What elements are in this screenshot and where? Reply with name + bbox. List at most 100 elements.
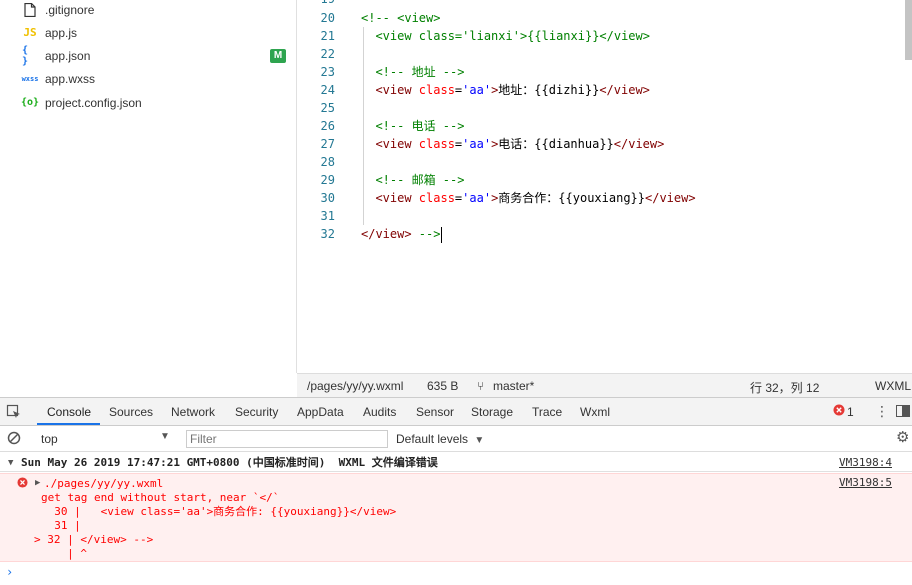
line-number: 26: [320, 119, 335, 133]
line-number: 21: [320, 29, 335, 43]
line-number: 32: [320, 227, 335, 241]
code-line[interactable]: 22: [297, 45, 897, 63]
code-text: <!-- 电话 -->: [361, 119, 465, 133]
tab-storage[interactable]: Storage: [471, 405, 513, 419]
tab-network[interactable]: Network: [171, 405, 215, 419]
file-icon: [22, 2, 38, 18]
devtools-tab-bar: Console Sources Network Security AppData Audi…: [0, 398, 912, 426]
tab-wxml[interactable]: Wxml: [580, 405, 610, 419]
line-number: 19: [297, 0, 335, 8]
error-detail-line: 30 | <view class='aa'>商务合作: {{youxiang}}…: [41, 505, 397, 518]
file-tree-item[interactable]: {o} project.config.json: [0, 91, 297, 114]
file-path: /pages/yy/yy.wxml: [307, 379, 404, 393]
tab-appdata[interactable]: AppData: [297, 405, 344, 419]
language-mode[interactable]: WXML: [875, 379, 911, 393]
file-tree-item[interactable]: JS app.js: [0, 21, 297, 44]
code-line[interactable]: 20 <!-- <view>: [297, 9, 897, 27]
wxss-icon: wxss: [21, 74, 39, 83]
group-source-link[interactable]: VM3198:4: [839, 456, 892, 469]
branch-icon: ⑂: [477, 379, 485, 393]
code-line[interactable]: 27 <view class='aa'>电话：{{dianhua}}</view…: [297, 135, 897, 153]
dock-side-icon[interactable]: [896, 405, 910, 417]
active-tab-indicator: [37, 423, 100, 425]
context-value: top: [41, 432, 58, 446]
code-line[interactable]: 19: [297, 0, 897, 8]
line-number: 28: [320, 155, 335, 169]
file-tree-item[interactable]: wxss app.wxss: [0, 67, 297, 90]
error-detail-line: > 32 | </view> -->: [34, 533, 154, 546]
line-number: 31: [320, 209, 335, 223]
chevron-down-icon: ▼: [160, 431, 170, 442]
group-header-text: Sun May 26 2019 17:47:21 GMT+0800 (中国标准时…: [21, 456, 438, 469]
error-detail-line: get tag end without start, near `</`: [41, 491, 280, 504]
code-text: </view> -->: [361, 226, 443, 243]
text-cursor: [441, 226, 443, 243]
console-toolbar: top ▼ Default levels ▼ ⚙: [0, 426, 912, 452]
line-number: 23: [320, 65, 335, 79]
code-line[interactable]: 23 <!-- 地址 -->: [297, 63, 897, 81]
code-text: <view class='aa'>地址：{{dizhi}}</view>: [361, 83, 650, 97]
context-select[interactable]: top ▼: [35, 429, 175, 449]
error-icon: [17, 477, 28, 488]
code-line[interactable]: 30 <view class='aa'>商务合作：{{youxiang}}</v…: [297, 189, 897, 207]
error-source-link[interactable]: VM3198:5: [839, 476, 892, 489]
collapse-arrow-icon[interactable]: ▼: [8, 456, 13, 470]
code-line[interactable]: 21 <view class='lianxi'>{{lianxi}}</view…: [297, 27, 897, 45]
file-name: app.js: [45, 25, 78, 40]
code-text: <view class='lianxi'>{{lianxi}}</view>: [361, 29, 650, 43]
devtools-panel: Console Sources Network Security AppData Audi…: [0, 397, 912, 585]
settings-gear-icon[interactable]: ⚙: [896, 430, 909, 445]
code-line[interactable]: 24 <view class='aa'>地址：{{dizhi}}</view>: [297, 81, 897, 99]
line-number: 30: [320, 191, 335, 205]
console-error-message: ▶ ./pages/yy/yy.wxml get tag end without …: [0, 473, 912, 562]
line-number: 25: [320, 101, 335, 115]
tab-sensor[interactable]: Sensor: [416, 405, 454, 419]
code-text: <!-- 邮箱 -->: [361, 173, 465, 187]
error-count[interactable]: 1: [847, 405, 854, 419]
file-tree-item[interactable]: { } app.json M: [0, 44, 297, 67]
code-line[interactable]: 31: [297, 207, 897, 225]
file-name: app.json: [45, 48, 91, 63]
code-text: <view class='aa'>商务合作：{{youxiang}}</view…: [361, 191, 696, 205]
line-number: 24: [320, 83, 335, 97]
console-messages: ▼ Sun May 26 2019 17:47:21 GMT+0800 (中国标…: [0, 452, 912, 585]
log-levels-label: Default levels: [396, 432, 469, 446]
file-name: project.config.json: [45, 95, 142, 110]
code-line[interactable]: 25: [297, 99, 897, 117]
error-detail-line: ./pages/yy/yy.wxml: [44, 477, 164, 490]
filter-input[interactable]: [186, 430, 388, 448]
console-group-header[interactable]: ▼ Sun May 26 2019 17:47:21 GMT+0800 (中国标…: [0, 454, 912, 472]
config-icon: {o}: [20, 97, 40, 108]
branch-name[interactable]: master*: [493, 379, 534, 393]
chevron-down-icon: ▼: [474, 435, 485, 446]
code-line[interactable]: 32 </view> -->: [297, 225, 897, 243]
tab-audits[interactable]: Audits: [363, 405, 396, 419]
log-levels-select[interactable]: Default levels ▼: [396, 432, 484, 446]
clear-console-icon[interactable]: [7, 431, 21, 445]
code-text: <!-- <view>: [361, 11, 441, 25]
file-name: .gitignore: [45, 2, 95, 17]
json-icon: { }: [22, 44, 29, 67]
code-editor[interactable]: 19 20 <!-- <view> 21 <view class='lianxi'>{…: [297, 0, 912, 373]
error-detail-line: | ^: [34, 547, 87, 560]
tab-security[interactable]: Security: [235, 405, 278, 419]
editor-scrollbar[interactable]: [905, 0, 912, 60]
inspect-element-icon[interactable]: [6, 404, 22, 420]
tab-console[interactable]: Console: [47, 405, 91, 419]
js-icon: JS: [23, 26, 37, 39]
error-icon[interactable]: [833, 404, 845, 416]
status-bar: /pages/yy/yy.wxml 635 B ⑂ master* 行 32，列…: [297, 373, 912, 397]
expand-arrow-icon[interactable]: ▶: [35, 476, 40, 490]
cursor-position[interactable]: 行 32，列 12: [750, 379, 819, 396]
line-number: 22: [320, 47, 335, 61]
tab-sources[interactable]: Sources: [109, 405, 153, 419]
code-line[interactable]: 26 <!-- 电话 -->: [297, 117, 897, 135]
tab-trace[interactable]: Trace: [532, 405, 562, 419]
console-prompt-icon[interactable]: ›: [6, 565, 13, 579]
error-detail-line: 31 |: [41, 519, 81, 532]
file-tree-item[interactable]: .gitignore: [0, 0, 297, 21]
code-line[interactable]: 28: [297, 153, 897, 171]
more-menu-icon[interactable]: ⋮: [875, 403, 889, 420]
file-tree: .gitignore JS app.js { } app.json Mwxss app.wx…: [0, 0, 297, 373]
code-line[interactable]: 29 <!-- 邮箱 -->: [297, 171, 897, 189]
